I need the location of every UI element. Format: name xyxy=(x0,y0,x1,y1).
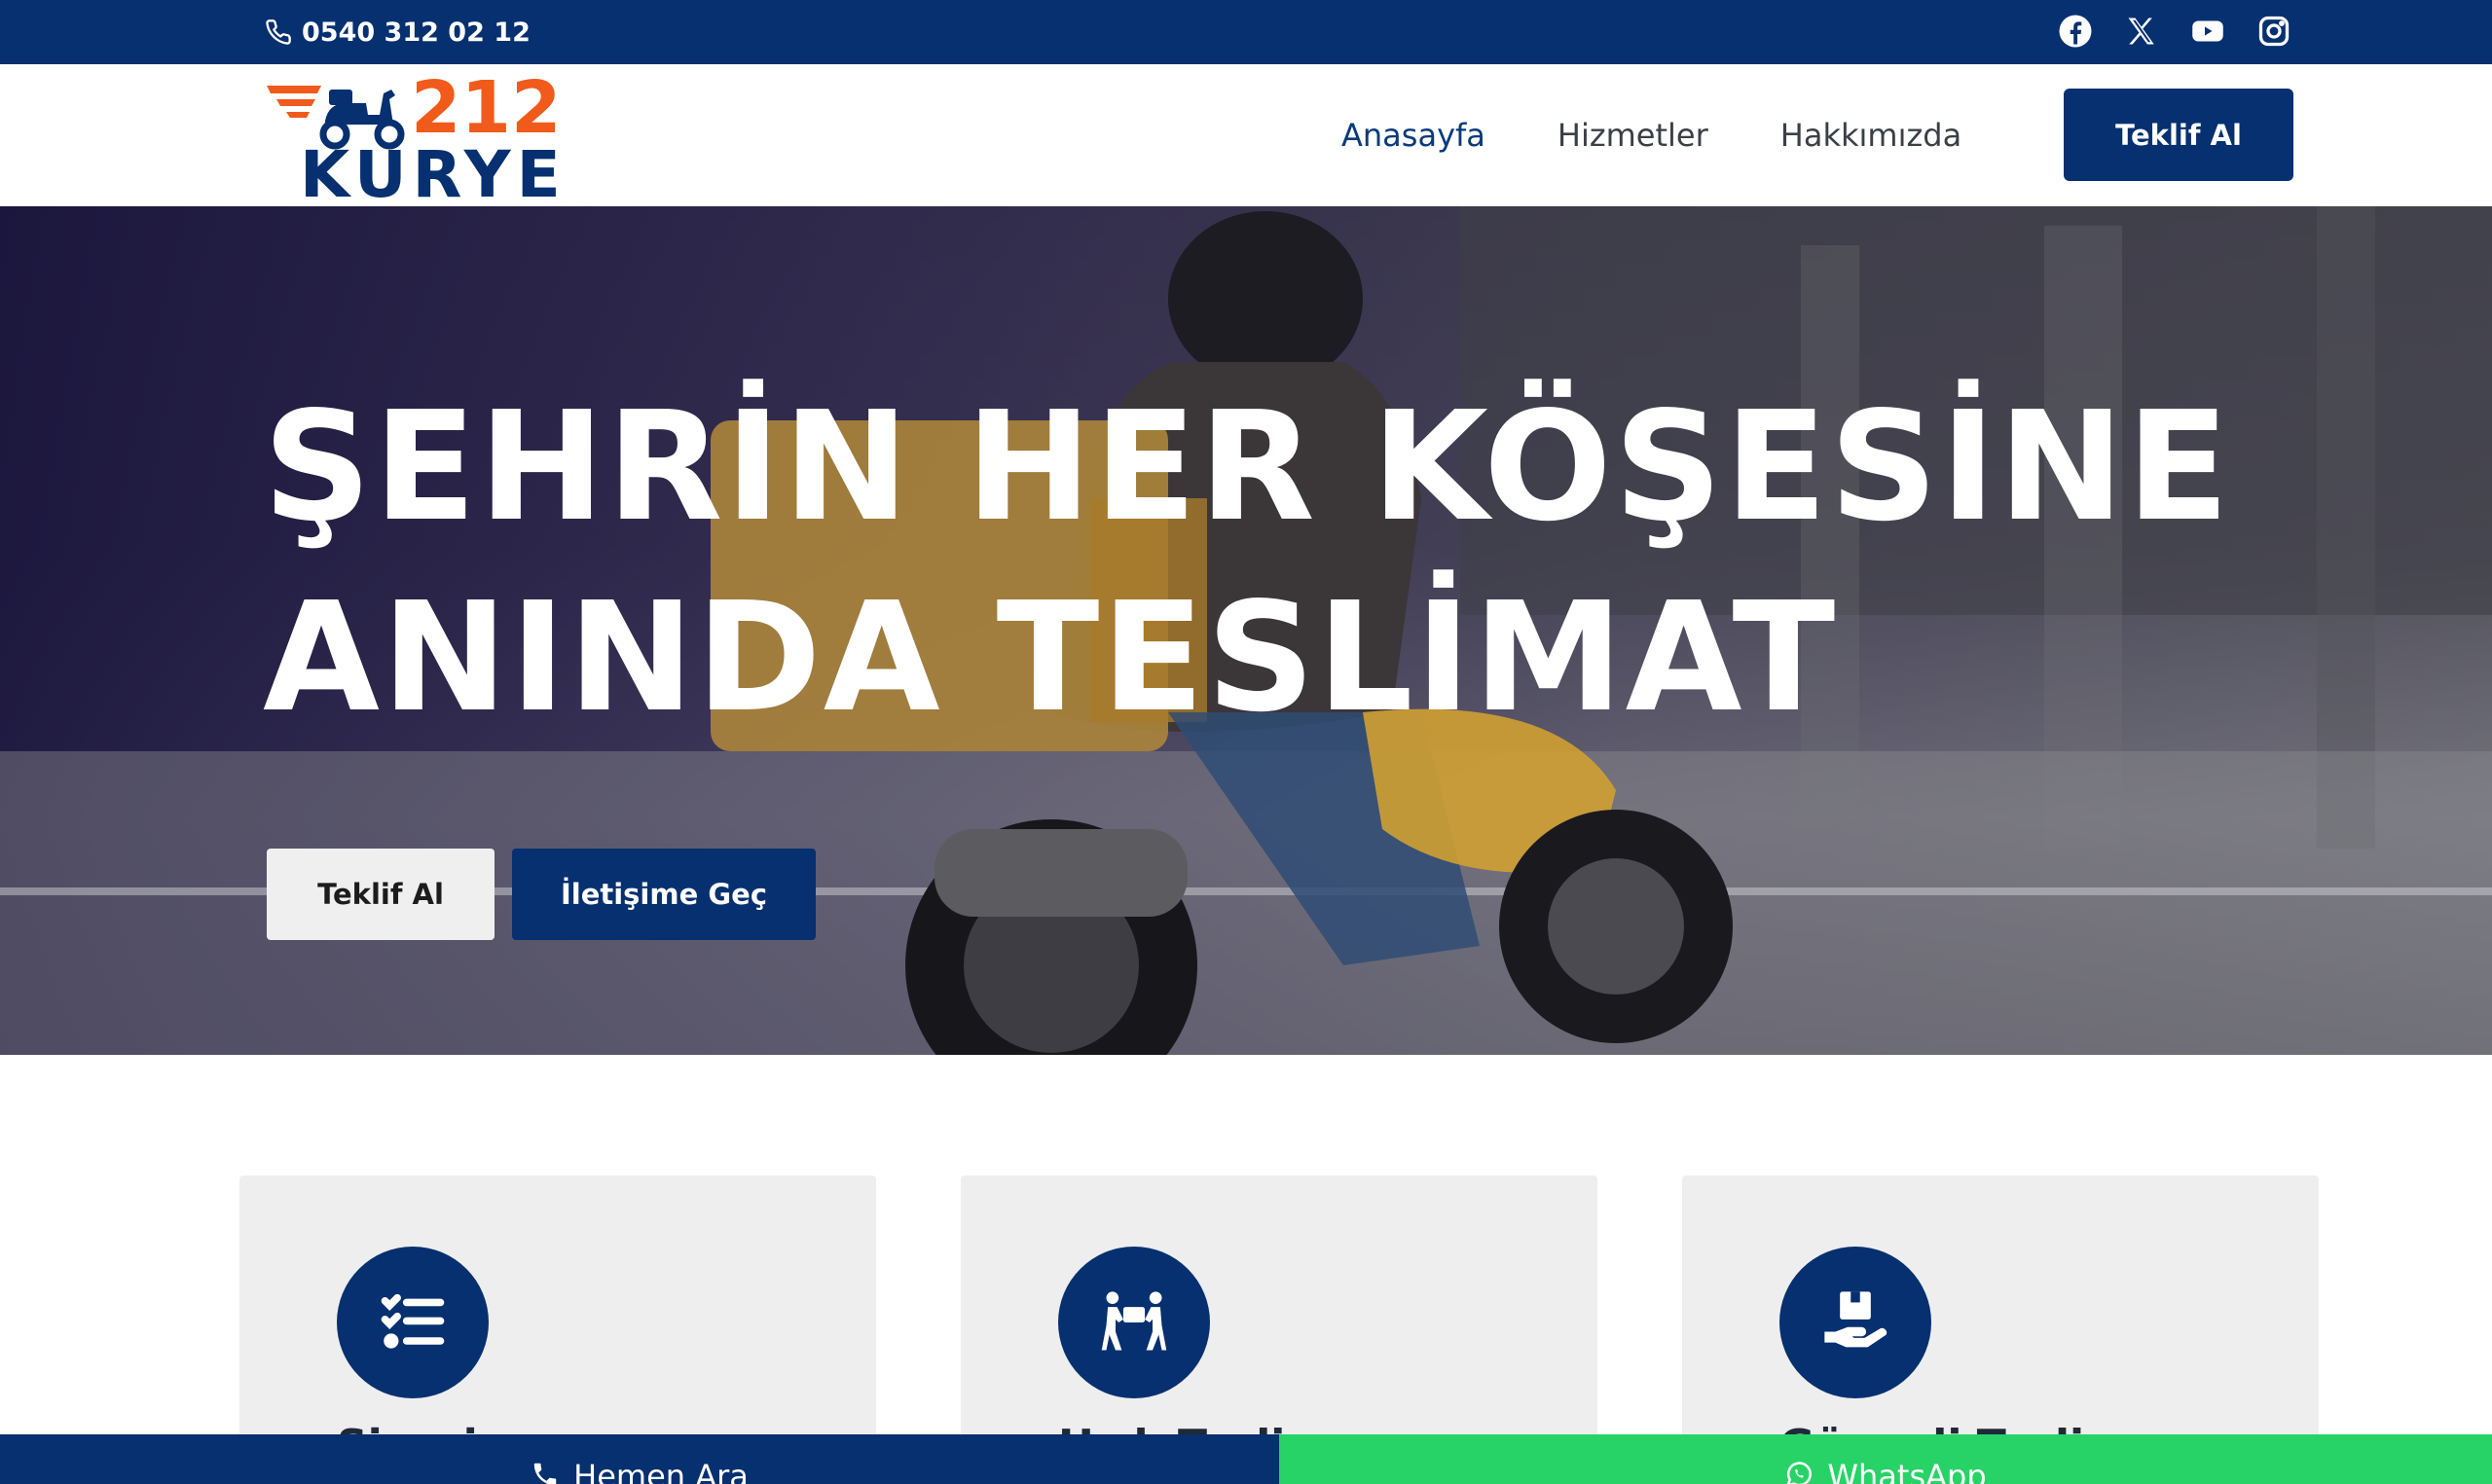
hand-box-icon xyxy=(1824,1291,1887,1348)
feature-icon-circle xyxy=(337,1247,489,1398)
hero-title-line-2: ANINDA TESLİMAT xyxy=(263,569,1838,745)
hero-section: ŞEHRİN HER KÖŞESİNE ANINDA TESLİMAT Tekl… xyxy=(0,206,2492,1055)
whatsapp-icon xyxy=(1787,1462,1813,1484)
checklist-icon xyxy=(381,1293,445,1349)
phone-icon xyxy=(266,19,291,45)
call-now-label: Hemen Ara xyxy=(573,1458,749,1484)
logo-word: KURYE xyxy=(300,137,567,200)
youtube-icon[interactable] xyxy=(2189,13,2226,50)
header-quote-button[interactable]: Teklif Al xyxy=(2064,89,2293,181)
feature-icon-circle xyxy=(1058,1247,1210,1398)
top-bar: 0540 312 02 12 xyxy=(0,0,2492,64)
nav-item-hakkimizda[interactable]: Hakkımızda xyxy=(1780,117,1961,154)
top-phone[interactable]: 0540 312 02 12 xyxy=(265,14,531,51)
feature-icon-circle xyxy=(1779,1247,1931,1398)
call-now-button[interactable]: Hemen Ara xyxy=(0,1434,1279,1484)
top-phone-number: 0540 312 02 12 xyxy=(302,17,531,48)
hero-buttons: Teklif Al İletişime Geç xyxy=(267,849,816,940)
people-carry-icon xyxy=(1101,1291,1167,1351)
main-nav: Anasayfa Hizmetler Hakkımızda xyxy=(1341,64,1961,206)
hero-quote-button[interactable]: Teklif Al xyxy=(267,849,495,940)
logo[interactable]: 212 KURYE xyxy=(265,66,571,212)
hero-title: ŞEHRİN HER KÖŞESİNE ANINDA TESLİMAT xyxy=(263,372,2307,753)
x-twitter-icon[interactable] xyxy=(2123,13,2160,50)
whatsapp-label: WhatsApp xyxy=(1827,1458,1987,1484)
social-links xyxy=(2057,13,2292,50)
hero-title-line-1: ŞEHRİN HER KÖŞESİNE xyxy=(263,379,2232,555)
phone-icon xyxy=(533,1463,557,1484)
whatsapp-button[interactable]: WhatsApp xyxy=(1279,1434,2492,1484)
instagram-icon[interactable] xyxy=(2255,13,2292,50)
site-header: 212 KURYE Anasayfa Hizmetler Hakkımızda … xyxy=(0,64,2492,212)
nav-item-hizmetler[interactable]: Hizmetler xyxy=(1558,117,1708,154)
sticky-contact-bar: Hemen Ara WhatsApp xyxy=(0,1434,2492,1484)
nav-item-anasayfa[interactable]: Anasayfa xyxy=(1341,117,1485,154)
facebook-icon[interactable] xyxy=(2057,13,2094,50)
hero-contact-button[interactable]: İletişime Geç xyxy=(512,849,816,940)
